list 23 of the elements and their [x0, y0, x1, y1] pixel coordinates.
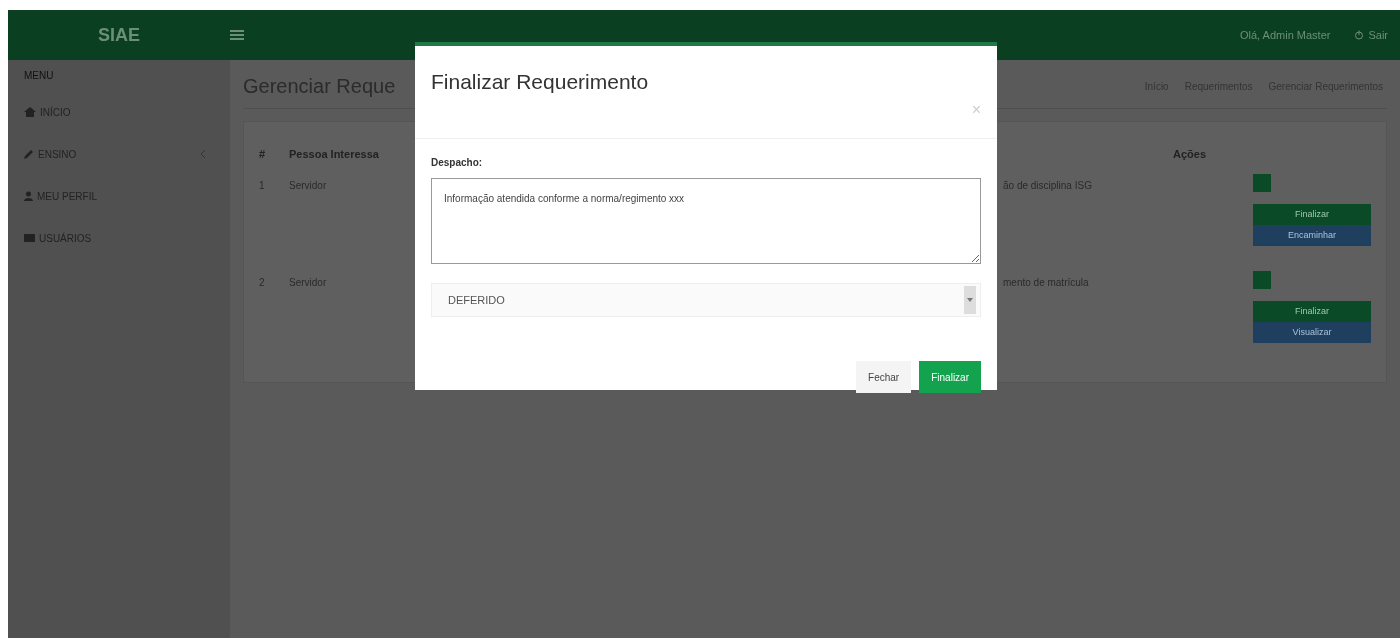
logout-link[interactable]: Sair: [1368, 26, 1388, 44]
user-name[interactable]: Olá, Admin Master: [1239, 26, 1331, 44]
user-icon: [24, 191, 33, 201]
home-icon: [24, 107, 36, 117]
action-button[interactable]: Visualizar: [1253, 322, 1371, 343]
close-dialog-button[interactable]: Fechar: [856, 361, 912, 393]
column-header: Ações: [1173, 146, 1208, 162]
modal-title: Finalizar Requerimento: [431, 69, 650, 95]
finish-button[interactable]: Finalizar: [919, 361, 981, 393]
menu-icon[interactable]: [230, 29, 244, 41]
column-header: Pessoa Interessa: [289, 146, 380, 162]
field-label: Despacho:: [431, 156, 484, 170]
column-header: #: [259, 146, 267, 162]
caret-icon: [964, 286, 976, 314]
sidebar-heading: MENU: [23, 69, 55, 83]
status-select[interactable]: DEFERIDO: [431, 283, 981, 317]
action-button[interactable]: Finalizar: [1253, 301, 1371, 322]
despacho-textarea[interactable]: Informação atendida conforme a norma/regimento xxx: [431, 178, 981, 264]
action-button[interactable]: Finalizar: [1253, 204, 1371, 225]
app-title[interactable]: SIAE: [98, 21, 140, 49]
pencil-icon: [24, 149, 34, 159]
action-button[interactable]: Encaminhar: [1253, 225, 1371, 246]
power-icon[interactable]: [1354, 30, 1365, 40]
